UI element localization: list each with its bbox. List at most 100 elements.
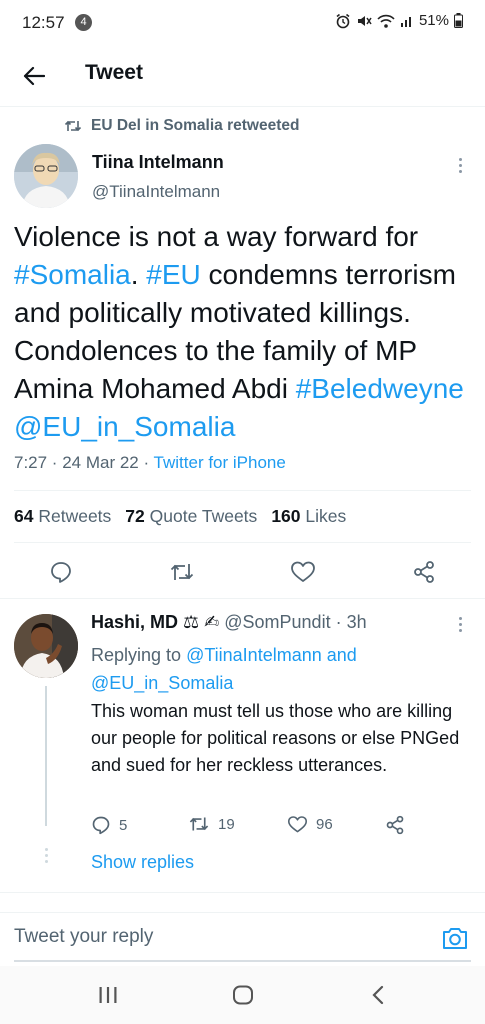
quote-tweets-stat[interactable]: 72 Quote Tweets (125, 506, 257, 527)
status-time: 12:57 (22, 13, 65, 32)
reply-author-avatar[interactable] (14, 614, 78, 678)
tweet-actions (0, 552, 485, 592)
chevron-left-icon (372, 985, 384, 1005)
author-avatar[interactable] (14, 144, 78, 208)
actions-divider (0, 598, 485, 599)
camera-icon (443, 928, 467, 949)
reply-input[interactable] (14, 926, 394, 948)
retweet-icon (189, 817, 209, 831)
meta-divider (14, 490, 471, 491)
share-icon (414, 561, 434, 583)
retweet-icon (64, 120, 82, 132)
reply-author-handle[interactable]: @SomPundit (224, 612, 330, 632)
battery-percent: 51% (418, 12, 449, 29)
battery-icon (454, 13, 463, 28)
reply-composer (0, 912, 485, 966)
thread-line (45, 686, 47, 826)
home-button[interactable] (231, 984, 255, 1006)
tweet-more-button[interactable] (450, 155, 470, 175)
more-dot (458, 622, 462, 626)
hashtag-eu[interactable]: #EU (146, 259, 200, 290)
home-icon (233, 985, 253, 1005)
reply-header: Hashi, MD ⚖ ✍ @SomPundit · 3h (91, 612, 367, 633)
recent-apps-button[interactable] (96, 984, 120, 1006)
quote-tweets-count: 72 (125, 506, 145, 526)
show-replies-link[interactable]: Show replies (91, 852, 194, 873)
share-button[interactable] (409, 557, 439, 587)
tweet-stats: 64 Retweets 72 Quote Tweets 160 Likes (14, 506, 346, 527)
likes-stat[interactable]: 160 Likes (271, 506, 346, 527)
mention-eu-in-somalia[interactable]: @EU_in_Somalia (14, 411, 235, 442)
more-dot (458, 163, 462, 167)
tweet-text-segment: . (130, 259, 147, 290)
thread-dot (44, 860, 48, 863)
tweet-text: Violence is not a way forward for #Somal… (14, 218, 476, 446)
more-dot (458, 628, 462, 632)
reply-retweet-count: 19 (218, 815, 235, 833)
recent-apps-icon (99, 987, 117, 1003)
mention-tiinaintelmann[interactable]: @TiinaIntelmann (186, 645, 322, 665)
hashtag-beledweyne[interactable]: #Beledweyne (296, 373, 464, 404)
mention-eu-in-somalia[interactable]: @EU_in_Somalia (91, 673, 233, 693)
replying-to-prefix: Replying to (91, 645, 187, 665)
tweet-source-link[interactable]: Twitter for iPhone (154, 453, 286, 472)
more-dot (458, 616, 462, 620)
retweets-label: Retweets (38, 506, 112, 526)
more-dot (458, 157, 462, 161)
back-nav-button[interactable] (366, 984, 390, 1006)
heart-icon (291, 561, 315, 582)
back-button[interactable] (18, 60, 50, 92)
page-title: Tweet (85, 61, 143, 84)
quote-tweets-label: Quote Tweets (149, 506, 258, 526)
notification-count-badge: 4 (75, 14, 92, 31)
reply-share-button[interactable] (385, 815, 405, 835)
replying-to: Replying to @TiinaIntelmann and @EU_in_S… (91, 641, 451, 697)
stats-divider (14, 542, 471, 543)
tweet-text-segment: Violence is not a way forward for (14, 221, 419, 252)
comment-icon (92, 816, 110, 835)
reply-actions: 5 19 96 (0, 815, 485, 843)
reply-text: This woman must tell us those who are ki… (91, 701, 460, 775)
retweet-icon (170, 564, 194, 580)
header-divider (0, 106, 485, 107)
author-handle[interactable]: @TiinaIntelmann (92, 182, 220, 202)
tweet-header: Tweet (0, 48, 485, 106)
android-nav-bar (0, 966, 485, 1024)
reply-retweet-button[interactable]: 19 (188, 815, 235, 833)
retweet-context-label: EU Del in Somalia retweeted (91, 117, 300, 134)
replying-to-and: and (321, 645, 357, 665)
reply-button[interactable] (46, 557, 76, 587)
likes-count: 160 (271, 506, 301, 526)
likes-label: Likes (305, 506, 347, 526)
mute-icon (357, 15, 372, 26)
heart-icon (287, 816, 307, 833)
reply-author-name[interactable]: Hashi, MD ⚖ ✍ (91, 612, 219, 632)
thread-dot (44, 848, 48, 851)
share-icon (386, 815, 404, 835)
comment-icon (51, 562, 71, 583)
signal-icon (400, 16, 411, 27)
reply-like-button[interactable]: 96 (287, 815, 333, 834)
retweet-context[interactable]: EU Del in Somalia retweeted (64, 117, 299, 135)
more-dot (458, 169, 462, 173)
tweet-meta: 7:27 · 24 Mar 22 · Twitter for iPhone (14, 453, 286, 473)
arrow-left-icon (23, 66, 45, 86)
retweets-count: 64 (14, 506, 34, 526)
author-name[interactable]: Tiina Intelmann (92, 152, 224, 173)
retweet-button[interactable] (167, 557, 197, 587)
reply-divider (0, 892, 485, 893)
wifi-icon (377, 14, 395, 28)
status-bar: 12:57 4 51% (0, 0, 485, 48)
alarm-icon (336, 13, 350, 28)
reply-like-count: 96 (316, 816, 333, 833)
thread-continuation-dots (44, 848, 48, 868)
hashtag-somalia[interactable]: #Somalia (14, 259, 131, 290)
camera-button[interactable] (441, 925, 469, 953)
reply-time: · 3h (330, 612, 367, 632)
reply-more-button[interactable] (450, 614, 470, 634)
avatar-image (14, 144, 78, 208)
retweets-stat[interactable]: 64 Retweets (14, 506, 111, 527)
tweet-timestamp: 7:27 · 24 Mar 22 · (14, 453, 154, 472)
like-button[interactable] (288, 557, 318, 587)
reply-reply-button[interactable]: 5 (91, 815, 127, 835)
